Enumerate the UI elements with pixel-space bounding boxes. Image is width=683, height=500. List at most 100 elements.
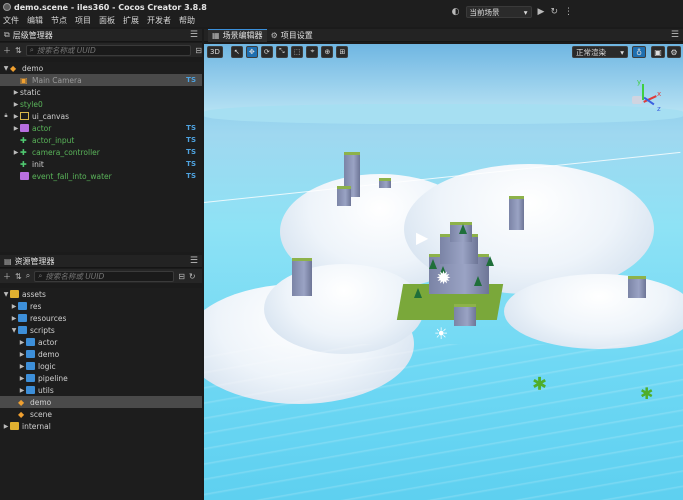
y-axis-label: y [637, 78, 642, 86]
hierarchy-search-input[interactable]: ⌕ 搜索名称或 UUID [25, 44, 192, 56]
folder-icon [26, 338, 35, 346]
tree-node-ui-canvas[interactable]: 🔒︎ ▶ ui_canvas [0, 110, 202, 122]
light-toggle-icon[interactable]: ♁ [632, 46, 646, 58]
x-axis-label: x [657, 90, 662, 98]
menu-extension[interactable]: 扩展 [123, 15, 139, 26]
hierarchy-title: 层级管理器 [12, 30, 53, 40]
expand-arrow-icon[interactable]: ▶ [18, 339, 26, 346]
refresh-icon[interactable]: ↻ [189, 272, 196, 281]
tree-node-init[interactable]: ✚ init TS [0, 158, 202, 170]
asset-scene[interactable]: ◆ scene [0, 408, 202, 420]
platform-icon[interactable]: ◐ [452, 7, 460, 17]
ts-badge: TS [186, 136, 196, 144]
asset-resources[interactable]: ▶ resources [0, 312, 202, 324]
ts-badge: TS [186, 124, 196, 132]
move-tool-icon[interactable]: ✥ [245, 45, 258, 58]
menu-help[interactable]: 帮助 [179, 15, 195, 26]
expand-arrow-icon[interactable]: ▼ [2, 291, 10, 298]
expand-arrow-icon[interactable]: ▶ [10, 315, 18, 322]
tree-node-style0[interactable]: ▶ style0 [0, 98, 202, 110]
expand-arrow-icon[interactable]: ▶ [12, 101, 20, 108]
collapse-icon[interactable]: ⊟ [178, 272, 185, 281]
menu-edit[interactable]: 编辑 [27, 15, 43, 26]
select-tool-icon[interactable]: ↖ [230, 45, 243, 58]
scene-icon: ◆ [18, 410, 25, 419]
asset-demo-folder[interactable]: ▶ demo [0, 348, 202, 360]
expand-arrow-icon[interactable]: ▶ [18, 387, 26, 394]
expand-arrow-icon[interactable]: ▶ [12, 125, 20, 132]
component-icon: ✚ [20, 136, 27, 145]
axis-gizmo[interactable]: y x z [624, 78, 664, 120]
rect-tool-icon[interactable]: ⬚ [290, 45, 304, 58]
collapse-icon[interactable]: ⊟ [195, 46, 202, 55]
camera-settings-icon[interactable]: ▣ [651, 46, 665, 58]
tab-project-settings[interactable]: ⚙ 项目设置 [267, 29, 317, 42]
light-gizmo-icon[interactable]: ✹ [436, 268, 451, 289]
asset-label: utils [38, 385, 54, 395]
expand-arrow-icon[interactable]: ▶ [12, 149, 20, 156]
coordinate-icon[interactable]: ⊕ [321, 45, 334, 58]
asset-utils[interactable]: ▶ utils [0, 384, 202, 396]
snap-icon[interactable]: ⊞ [336, 45, 349, 58]
menu-project[interactable]: 项目 [75, 15, 91, 26]
rock-pillar [379, 178, 391, 188]
asset-pipeline[interactable]: ▶ pipeline [0, 372, 202, 384]
expand-arrow-icon[interactable]: ▶ [12, 89, 20, 96]
menu-file[interactable]: 文件 [3, 15, 19, 26]
tree-node-actor-input[interactable]: ✚ actor_input TS [0, 134, 202, 146]
filter-icon[interactable]: ⌕ [26, 271, 30, 281]
tree-node-static[interactable]: ▶ static [0, 86, 202, 98]
scale-tool-icon[interactable]: ⤡ [275, 45, 288, 58]
rotate-tool-icon[interactable]: ⟳ [260, 45, 273, 58]
camera-gizmo-icon[interactable]: ▶ [416, 228, 428, 247]
refresh-icon[interactable]: ↻ [550, 7, 558, 17]
menu-developer[interactable]: 开发者 [147, 15, 171, 26]
pivot-icon[interactable]: ⌖ [306, 45, 319, 58]
asset-assets[interactable]: ▼ assets [0, 288, 202, 300]
sort-icon[interactable]: ⇅ [15, 272, 22, 281]
assets-search-input[interactable]: ⌕ 搜索名称或 UUID [34, 270, 175, 282]
tree-node-demo[interactable]: ▼ ◆ demo [0, 62, 202, 74]
mode-3d-button[interactable]: 3D [207, 45, 223, 58]
tree-node-main-camera[interactable]: ▣ Main Camera TS [0, 74, 202, 86]
lock-icon[interactable]: 🔒︎ [2, 112, 10, 120]
play-icon[interactable]: ▶ [538, 7, 545, 17]
scene-tabs: ▦ 场景编辑器 ⚙ 项目设置 ☰ [204, 28, 683, 42]
tab-scene-editor[interactable]: ▦ 场景编辑器 [208, 28, 267, 42]
expand-arrow-icon[interactable]: ▶ [10, 303, 18, 310]
expand-arrow-icon[interactable]: ▼ [10, 327, 18, 334]
asset-res[interactable]: ▶ res [0, 300, 202, 312]
asset-logic[interactable]: ▶ logic [0, 360, 202, 372]
sort-icon[interactable]: ⇅ [15, 46, 22, 55]
preview-controls: ◐ 当前场景 ▾ ▶ ↻ ⋮ [452, 6, 573, 18]
more-icon[interactable]: ⋮ [564, 7, 573, 17]
add-icon[interactable]: ＋ [3, 45, 11, 56]
expand-arrow-icon[interactable]: ▶ [18, 375, 26, 382]
scene-menu-icon[interactable]: ☰ [671, 30, 679, 40]
expand-arrow-icon[interactable]: ▶ [18, 363, 26, 370]
tree-node-event-fall-into-water[interactable]: event_fall_into_water TS [0, 170, 202, 182]
hierarchy-menu-icon[interactable]: ☰ [190, 30, 198, 40]
assets-menu-icon[interactable]: ☰ [190, 256, 198, 266]
search-icon: ⌕ [29, 45, 34, 54]
tree-node-actor[interactable]: ▶ actor TS [0, 122, 202, 134]
expand-arrow-icon[interactable]: ▶ [18, 351, 26, 358]
expand-arrow-icon[interactable]: ▶ [2, 423, 10, 430]
view-settings-icon[interactable]: ⚙ [667, 46, 681, 58]
asset-scripts[interactable]: ▼ scripts [0, 324, 202, 336]
asset-actor[interactable]: ▶ actor [0, 336, 202, 348]
expand-arrow-icon[interactable]: ▶ [12, 113, 20, 120]
scene-viewport[interactable]: ▶ ✹ ☀ ✱ ✱ y x z [204, 44, 683, 500]
asset-demo-scene[interactable]: ◆ demo [0, 396, 202, 408]
asset-internal[interactable]: ▶ internal [0, 420, 202, 432]
render-mode-select[interactable]: 正常渲染 ▾ [572, 46, 628, 58]
add-icon[interactable]: ＋ [3, 271, 11, 282]
sun-gizmo-icon[interactable]: ☀ [434, 324, 448, 343]
menu-panel[interactable]: 面板 [99, 15, 115, 26]
scene-select[interactable]: 当前场景 ▾ [465, 6, 532, 18]
menu-node[interactable]: 节点 [51, 15, 67, 26]
hierarchy-search-placeholder: 搜索名称或 UUID [36, 45, 96, 55]
expand-arrow-icon[interactable]: ▼ [2, 65, 10, 72]
node-label: actor [32, 123, 52, 133]
tree-node-camera-controller[interactable]: ▶ ✚ camera_controller TS [0, 146, 202, 158]
